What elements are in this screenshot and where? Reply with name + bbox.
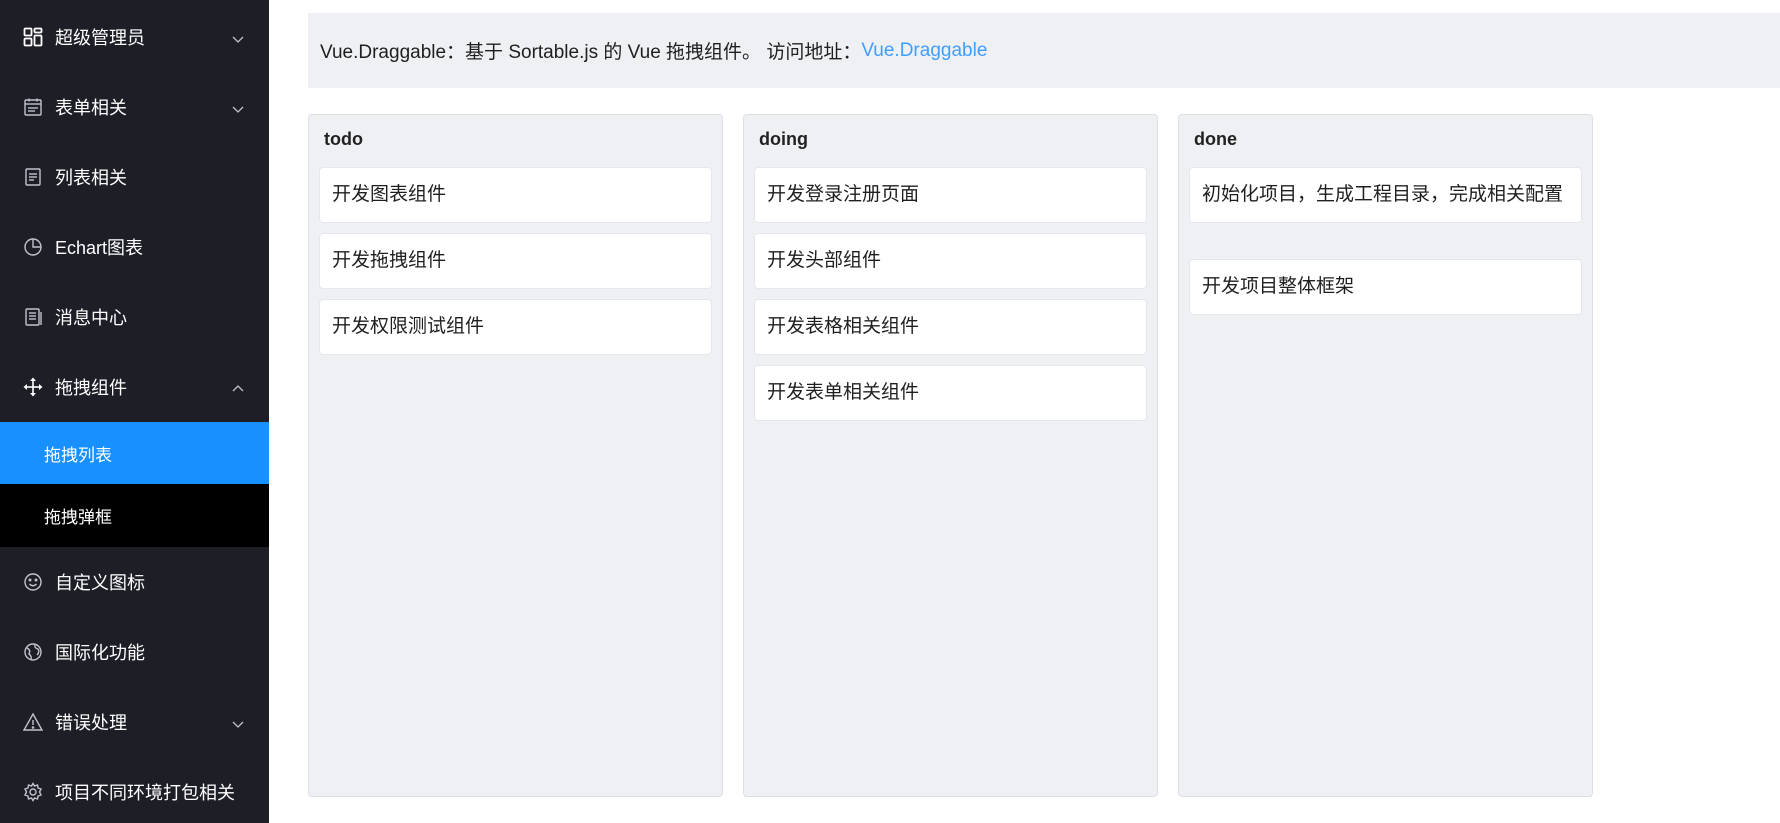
pie-chart-icon [22,236,44,258]
sidebar-item-errors[interactable]: 错误处理 [0,687,269,757]
sidebar: 超级管理员 表单相关 列表相关 Echart图表 消息中心 拖拽组件 拖拽列表 … [0,0,269,823]
calendar-icon [22,96,44,118]
sidebar-item-label: 拖拽组件 [55,378,127,398]
task-card[interactable]: 开发头部组件 [754,233,1147,289]
chevron-down-icon [231,715,245,729]
dashboard-grid-icon [22,26,44,48]
column-title: doing [759,129,808,149]
task-card[interactable]: 开发登录注册页面 [754,167,1147,223]
sidebar-item-label: 消息中心 [55,308,127,328]
sidebar-item-build-env[interactable]: 项目不同环境打包相关 [0,757,269,823]
sidebar-subitem-drag-list[interactable]: 拖拽列表 [0,422,269,484]
task-card[interactable]: 开发拖拽组件 [319,233,712,289]
sidebar-item-forms[interactable]: 表单相关 [0,72,269,142]
sidebar-item-label: 表单相关 [55,98,127,118]
task-card[interactable]: 开发表格相关组件 [754,299,1147,355]
sidebar-subitem-label: 拖拽弹框 [44,507,112,527]
chevron-down-icon [231,100,245,114]
move-arrows-icon [22,376,44,398]
task-card[interactable]: 开发表单相关组件 [754,365,1147,421]
task-card[interactable]: 初始化项目，生成工程目录，完成相关配置 [1189,167,1582,223]
sidebar-item-lists[interactable]: 列表相关 [0,142,269,212]
vue-draggable-link[interactable]: Vue.Draggable [861,40,987,62]
sidebar-item-label: 自定义图标 [55,573,145,593]
message-doc-icon [22,306,44,328]
column-title: todo [324,129,363,149]
sidebar-item-label: 国际化功能 [55,643,145,663]
sidebar-item-label: 项目不同环境打包相关 [55,783,235,803]
sidebar-item-i18n[interactable]: 国际化功能 [0,617,269,687]
doing-column: doing 开发登录注册页面 开发头部组件 开发表格相关组件 开发表单相关组件 [743,114,1158,797]
notice-text: Vue.Draggable：基于 Sortable.js 的 Vue 拖拽组件。… [320,42,862,63]
chevron-up-icon [231,380,245,394]
chevron-down-icon [231,30,245,44]
task-card[interactable]: 开发项目整体框架 [1189,259,1582,315]
done-column: done 初始化项目，生成工程目录，完成相关配置 开发项目整体框架 [1178,114,1593,797]
sidebar-item-label: 超级管理员 [55,28,145,48]
sidebar-item-custom-icons[interactable]: 自定义图标 [0,547,269,617]
gear-icon [22,781,44,803]
sidebar-item-label: Echart图表 [55,238,144,258]
sidebar-item-label: 列表相关 [55,168,127,188]
sidebar-item-messages[interactable]: 消息中心 [0,282,269,352]
task-card[interactable]: 开发图表组件 [319,167,712,223]
column-title: done [1194,129,1237,149]
globe-icon [22,641,44,663]
smile-icon [22,571,44,593]
info-notice: Vue.Draggable：基于 Sortable.js 的 Vue 拖拽组件。… [308,13,1780,88]
sidebar-subitem-label: 拖拽列表 [44,445,112,465]
sidebar-item-label: 错误处理 [55,713,127,733]
warning-icon [22,711,44,733]
task-card[interactable]: 开发权限测试组件 [319,299,712,355]
sidebar-item-super-admin[interactable]: 超级管理员 [0,2,269,72]
document-list-icon [22,166,44,188]
sidebar-item-drag[interactable]: 拖拽组件 [0,352,269,422]
sidebar-item-echart[interactable]: Echart图表 [0,212,269,282]
sidebar-subitem-drag-dialog[interactable]: 拖拽弹框 [0,484,269,546]
todo-column: todo 开发图表组件 开发拖拽组件 开发权限测试组件 [308,114,723,797]
app-root: 超级管理员 表单相关 列表相关 Echart图表 消息中心 拖拽组件 拖拽列表 … [0,0,1780,823]
